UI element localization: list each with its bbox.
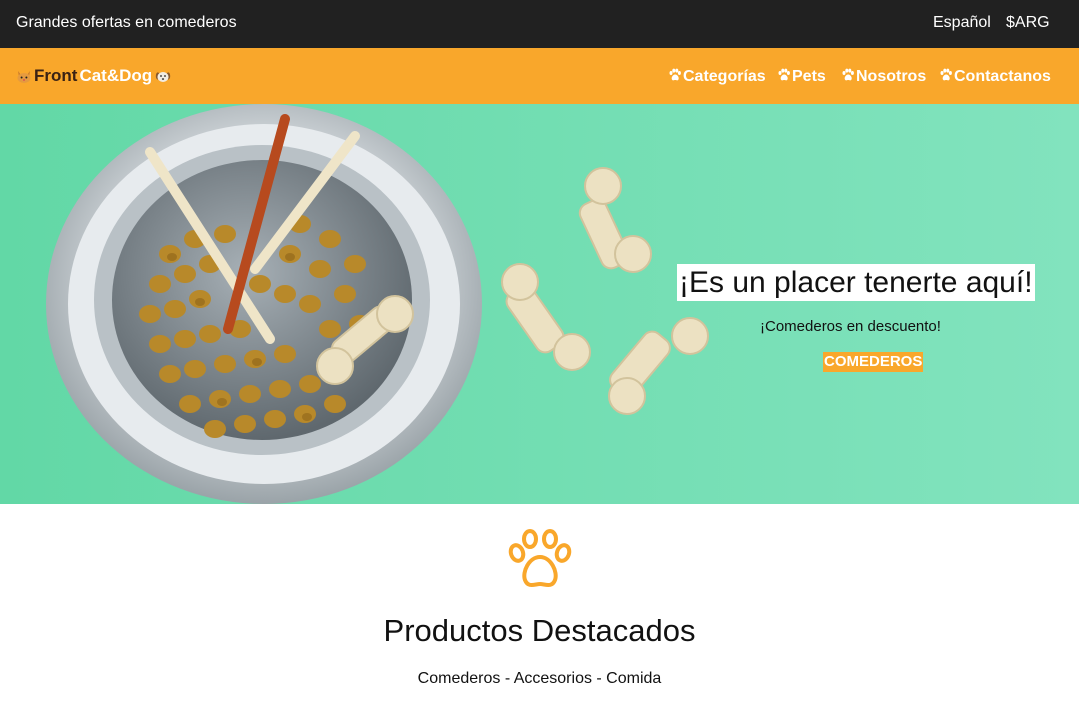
paw-icon <box>939 68 954 87</box>
top-bar: Grandes ofertas en comederos Español $AR… <box>0 0 1079 48</box>
hero-banner: ¡Es un placer tenerte aquí! ¡Comederos e… <box>0 104 1079 504</box>
paw-icon <box>668 68 683 87</box>
cat-face-icon <box>16 68 32 84</box>
brand-logo[interactable]: Front Cat&Dog <box>16 65 171 87</box>
nav-item-pets[interactable]: Pets <box>777 67 826 87</box>
paw-icon <box>841 68 856 87</box>
nav-item-label: Nosotros <box>856 68 927 85</box>
hero-title: ¡Es un placer tenerte aquí! <box>677 264 1035 301</box>
nav-item-categorias[interactable]: Categorías <box>668 67 766 87</box>
promo-text: Grandes ofertas en comederos <box>16 14 237 31</box>
dog-face-icon <box>155 68 171 84</box>
comederos-button[interactable]: COMEDEROS <box>823 352 924 372</box>
brand-word-front: Front <box>34 66 78 85</box>
featured-subtitle: Comederos - Accesorios - Comida <box>417 670 662 687</box>
brand-word-catdog: Cat&Dog <box>79 66 153 85</box>
main-navbar: Front Cat&Dog Categorías Pets Nosotros C… <box>0 48 1079 104</box>
nav-item-nosotros[interactable]: Nosotros <box>841 67 926 87</box>
featured-title: Productos Destacados <box>383 613 696 648</box>
hero-image <box>0 104 1079 504</box>
currency-selector[interactable]: $ARG <box>1006 14 1050 32</box>
paw-outline-icon <box>505 527 575 591</box>
nav-item-label: Categorías <box>683 68 766 85</box>
paw-icon <box>777 68 792 87</box>
nav-item-contactanos[interactable]: Contactanos <box>939 67 1051 87</box>
language-selector[interactable]: Español <box>933 14 991 32</box>
hero-subtitle: ¡Comederos en descuento! <box>760 318 941 335</box>
nav-item-label: Contactanos <box>954 68 1051 85</box>
nav-item-label: Pets <box>792 68 826 85</box>
